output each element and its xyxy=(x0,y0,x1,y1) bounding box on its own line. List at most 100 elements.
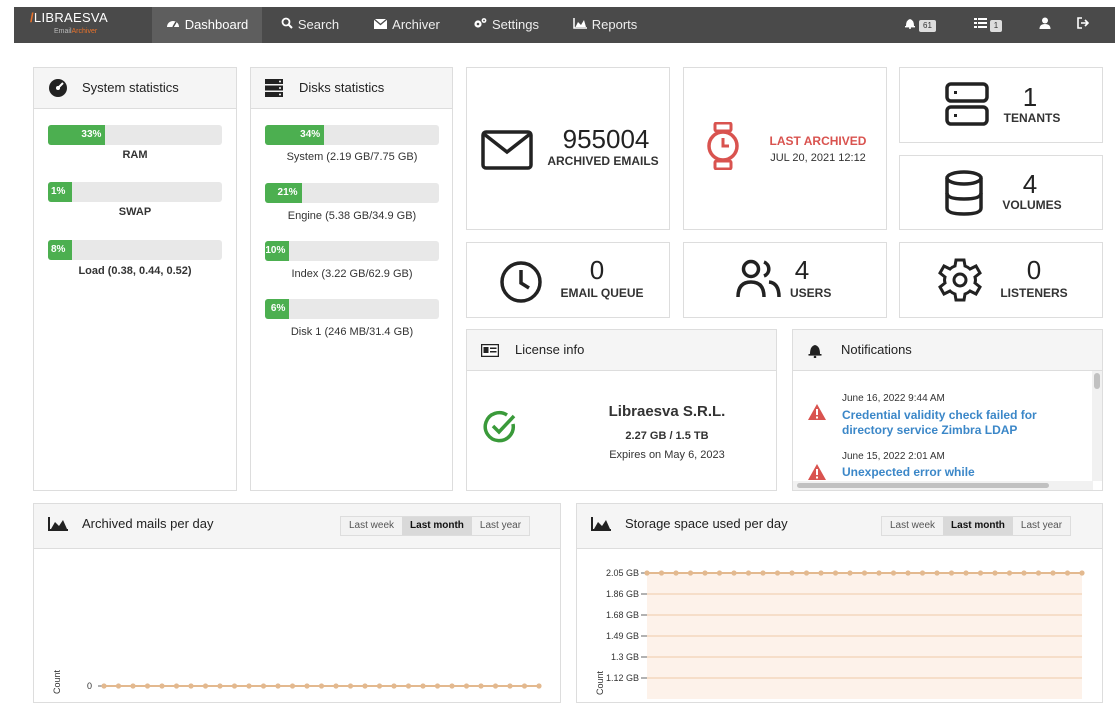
index-disk-progress-bar: 10% xyxy=(265,241,439,261)
disks-statistics-panel: Disks statistics 34% System (2.19 GB/7.7… xyxy=(250,67,453,491)
y-tick-label: 1.68 GB xyxy=(606,610,639,620)
disk1-progress-bar: 6% xyxy=(265,299,439,319)
clock-icon xyxy=(499,260,543,309)
swap-label: SWAP xyxy=(118,206,152,218)
data-point xyxy=(463,683,470,689)
range-last-week[interactable]: Last week xyxy=(341,517,402,535)
ram-bar-fill: 33% xyxy=(48,125,106,145)
users-label: USERS xyxy=(790,286,832,300)
disks-statistics-header: Disks statistics xyxy=(251,68,452,109)
archived-mails-chart-title: Archived mails per day xyxy=(82,516,214,531)
data-point xyxy=(173,683,180,689)
range-last-month[interactable]: Last month xyxy=(943,517,1013,535)
listeners-card[interactable]: 0 LISTENERS xyxy=(899,242,1103,318)
nav-search[interactable]: Search xyxy=(270,7,350,43)
warning-icon xyxy=(807,403,827,426)
storage-space-chart-header: Storage space used per day Last week Las… xyxy=(577,504,1102,549)
disk1-bar-fill: 6% xyxy=(265,299,290,319)
email-queue-card[interactable]: 0 EMAIL QUEUE xyxy=(466,242,670,318)
data-point xyxy=(333,683,339,689)
user-icon xyxy=(1039,7,1051,43)
nav-logout[interactable] xyxy=(1070,7,1096,43)
data-point xyxy=(745,570,752,576)
users-card[interactable]: 4 USERS xyxy=(683,242,887,318)
archived-emails-card[interactable]: 955004 ARCHIVED EMAILS xyxy=(466,67,670,230)
brand-name: LIBRAESVA xyxy=(33,10,108,25)
tenants-card[interactable]: 1 TENANTS xyxy=(899,67,1103,143)
data-point xyxy=(275,683,281,689)
logout-icon xyxy=(1077,7,1090,43)
area-chart-icon xyxy=(591,504,611,547)
range-last-year[interactable]: Last year xyxy=(1013,517,1070,535)
nav-dashboard[interactable]: Dashboard xyxy=(152,7,262,43)
tenants-label: TENANTS xyxy=(1003,111,1061,125)
notification-link[interactable]: Credential validity check failed for dire… xyxy=(842,408,1092,438)
data-point xyxy=(289,683,296,689)
tasks-count-badge: 1 xyxy=(989,19,1003,32)
id-card-icon xyxy=(480,330,500,373)
data-point xyxy=(1035,570,1042,576)
system-disk-label: System (2.19 GB/7.75 GB) xyxy=(286,151,418,163)
vertical-scrollbar[interactable] xyxy=(1092,371,1102,481)
system-statistics-title: System statistics xyxy=(82,80,179,95)
y-tick-label: 1.3 GB xyxy=(611,652,639,662)
archived-mails-chart: 0 Count xyxy=(52,669,542,694)
range-last-week[interactable]: Last week xyxy=(882,517,943,535)
brand-logo[interactable]: /LIBRAESVA EmailArchiver xyxy=(30,10,150,40)
data-point xyxy=(977,570,984,576)
nav-notifications[interactable]: 61 xyxy=(896,7,944,43)
data-point xyxy=(246,683,252,689)
range-last-year[interactable]: Last year xyxy=(472,517,529,535)
notifications-header: Notifications xyxy=(793,330,1102,371)
load-label: Load (0.38, 0.44, 0.52) xyxy=(78,265,192,277)
notification-date: June 15, 2022 2:01 AM xyxy=(842,451,945,462)
system-statistics-panel: System statistics 33% RAM 1% SWAP 8% Loa… xyxy=(33,67,237,491)
data-point xyxy=(861,570,868,576)
license-company: Libraesva S.R.L. xyxy=(608,403,726,420)
data-point xyxy=(507,683,513,689)
archived-emails-value: 955004 xyxy=(562,124,650,154)
data-point xyxy=(1050,570,1056,576)
nav-settings[interactable]: Settings xyxy=(462,7,550,43)
nav-reports[interactable]: Reports xyxy=(562,7,648,43)
data-point xyxy=(492,683,499,689)
range-last-month[interactable]: Last month xyxy=(402,517,472,535)
data-point xyxy=(434,683,441,689)
data-point xyxy=(536,683,542,689)
license-info-header: License info xyxy=(467,330,776,371)
data-point xyxy=(673,570,679,576)
disk1-label: Disk 1 (246 MB/31.4 GB) xyxy=(290,326,414,338)
nav-user[interactable] xyxy=(1032,7,1058,43)
data-point xyxy=(789,570,795,576)
envelope-outline-icon xyxy=(481,130,533,175)
range-toggle: Last week Last month Last year xyxy=(340,516,531,536)
y-axis-label: Count xyxy=(52,669,62,694)
scrollbar-thumb[interactable] xyxy=(797,483,1049,488)
data-point xyxy=(890,570,897,576)
data-point xyxy=(260,683,267,689)
notifications-count-badge: 61 xyxy=(919,19,936,32)
scrollbar-thumb[interactable] xyxy=(1094,373,1100,389)
data-point xyxy=(803,570,810,576)
listeners-value: 0 xyxy=(1026,255,1042,285)
gears-icon xyxy=(473,7,487,43)
data-point xyxy=(231,683,238,689)
volumes-card[interactable]: 4 VOLUMES xyxy=(899,155,1103,230)
search-icon xyxy=(281,7,293,43)
brand-sub-left: Email xyxy=(54,28,72,35)
watch-icon xyxy=(706,121,740,175)
license-info-panel: License info Libraesva S.R.L. 2.27 GB / … xyxy=(466,329,777,491)
data-point xyxy=(919,570,926,576)
notifications-title: Notifications xyxy=(841,342,912,357)
notification-link[interactable]: Unexpected error while xyxy=(842,465,1092,480)
nav-archiver[interactable]: Archiver xyxy=(360,7,454,43)
license-usage: 2.27 GB / 1.5 TB xyxy=(625,430,709,442)
horizontal-scrollbar[interactable] xyxy=(793,481,1093,490)
notification-text-line2: directory service Zimbra LDAP xyxy=(842,423,1018,437)
data-point xyxy=(847,570,853,576)
data-point xyxy=(318,683,325,689)
data-point xyxy=(948,570,955,576)
data-point xyxy=(658,570,665,576)
nav-tasks[interactable]: 1 xyxy=(966,7,1010,43)
last-archived-card[interactable]: LAST ARCHIVED JUL 20, 2021 12:12 xyxy=(683,67,887,230)
